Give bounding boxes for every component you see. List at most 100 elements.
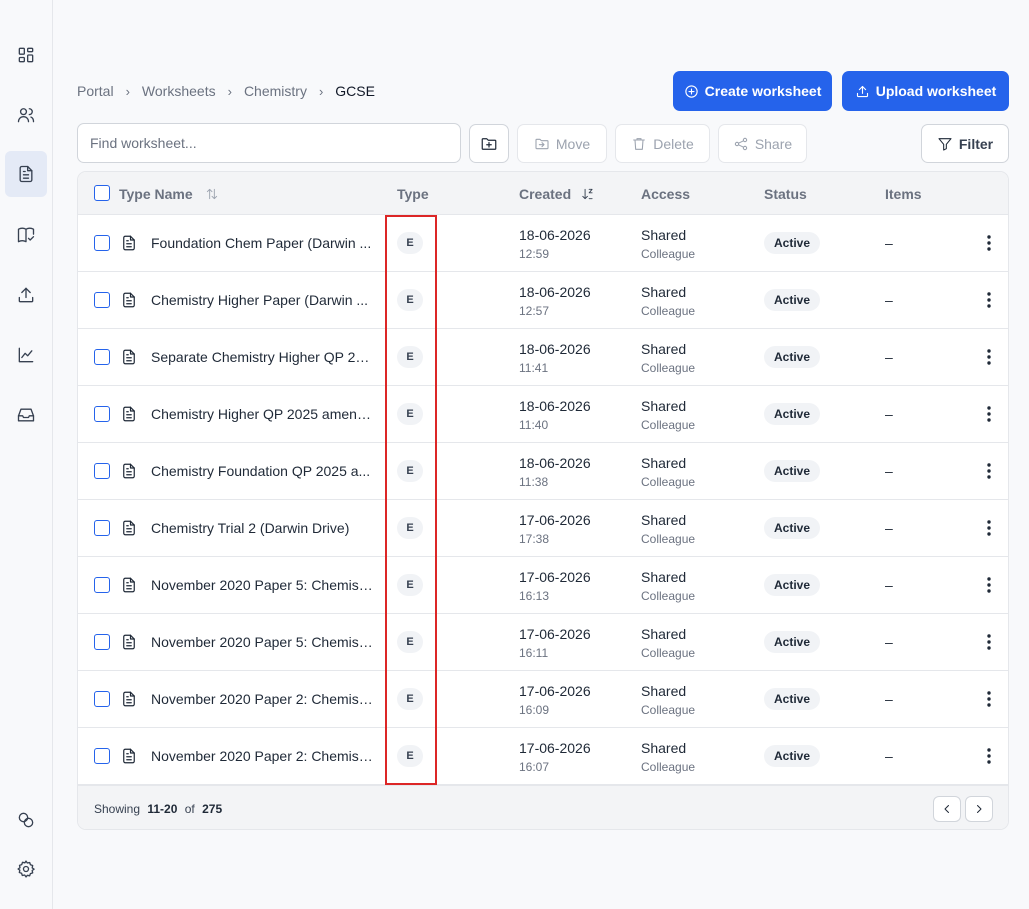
created-date: 17-06-2026 xyxy=(519,683,591,699)
table-row[interactable]: Chemistry Higher Paper (Darwin ... E 18-06… xyxy=(78,272,1008,329)
worksheet-name[interactable]: Chemistry Trial 2 (Darwin Drive) xyxy=(151,520,373,536)
document-icon xyxy=(120,633,138,651)
column-status-label: Status xyxy=(764,186,807,202)
search-input[interactable] xyxy=(77,123,461,163)
create-worksheet-button[interactable]: Create worksheet xyxy=(673,71,832,111)
column-items-label: Items xyxy=(885,186,922,202)
breadcrumb: Portal › Worksheets › Chemistry › GCSE xyxy=(77,82,375,100)
created-time: 12:59 xyxy=(519,247,550,261)
table-row[interactable]: November 2020 Paper 5: Chemist... E 17-06-… xyxy=(78,557,1008,614)
table-row[interactable]: Chemistry Trial 2 (Darwin Drive) E 17-06-2… xyxy=(78,500,1008,557)
document-icon xyxy=(120,747,138,765)
worksheet-name[interactable]: Chemistry Foundation QP 2025 a... xyxy=(151,463,373,479)
more-options-button[interactable] xyxy=(978,516,1000,540)
sidebar-item-dashboard[interactable] xyxy=(5,32,47,78)
sidebar-item-analytics[interactable] xyxy=(5,332,47,378)
table-row[interactable]: Separate Chemistry Higher QP 20... E 18-06… xyxy=(78,329,1008,386)
document-icon xyxy=(120,348,138,366)
share-button[interactable]: Share xyxy=(718,124,807,163)
more-options-button[interactable] xyxy=(978,459,1000,483)
sidebar-item-users[interactable] xyxy=(5,92,47,138)
more-options-button[interactable] xyxy=(978,402,1000,426)
status-badge: Active xyxy=(764,232,821,254)
table-row[interactable]: Foundation Chem Paper (Darwin ... E 18-06-… xyxy=(78,215,1008,272)
row-checkbox[interactable] xyxy=(94,577,110,593)
status-badge: Active xyxy=(764,631,821,653)
delete-button[interactable]: Delete xyxy=(615,124,710,163)
more-options-button[interactable] xyxy=(978,573,1000,597)
sidebar-item-credits[interactable] xyxy=(5,797,47,843)
sidebar-item-inbox[interactable] xyxy=(5,392,47,438)
row-checkbox[interactable] xyxy=(94,520,110,536)
more-options-button[interactable] xyxy=(978,231,1000,255)
row-checkbox[interactable] xyxy=(94,349,110,365)
status-badge: Active xyxy=(764,289,821,311)
document-icon xyxy=(19,165,33,183)
worksheet-name[interactable]: Foundation Chem Paper (Darwin ... xyxy=(151,235,373,251)
table-row[interactable]: November 2020 Paper 2: Chemist... E 17-06-… xyxy=(78,671,1008,728)
sidebar-item-upload[interactable] xyxy=(5,272,47,318)
worksheet-name[interactable]: Chemistry Higher QP 2025 amend... xyxy=(151,406,373,422)
row-checkbox[interactable] xyxy=(94,748,110,764)
worksheet-name[interactable]: November 2020 Paper 2: Chemist... xyxy=(151,748,373,764)
access-sub-label: Colleague xyxy=(641,247,696,261)
worksheet-name[interactable]: Chemistry Higher Paper (Darwin ... xyxy=(151,292,373,308)
chevron-right-icon: › xyxy=(227,83,232,99)
move-label: Move xyxy=(555,135,591,152)
row-checkbox[interactable] xyxy=(94,634,110,650)
filter-button[interactable]: Filter xyxy=(921,124,1009,163)
column-type-name[interactable]: Type Name xyxy=(119,186,219,202)
type-badge: E xyxy=(397,688,423,710)
row-checkbox[interactable] xyxy=(94,406,110,422)
sidebar-item-settings[interactable] xyxy=(5,846,47,892)
upload-worksheet-button[interactable]: Upload worksheet xyxy=(842,71,1009,111)
access-label: Shared xyxy=(641,512,687,528)
table-row[interactable]: Chemistry Higher QP 2025 amend... E 18-06-… xyxy=(78,386,1008,443)
worksheet-name[interactable]: November 2020 Paper 2: Chemist... xyxy=(151,691,373,707)
share-icon xyxy=(734,137,748,150)
items-count: – xyxy=(885,634,893,650)
previous-page-button[interactable] xyxy=(933,796,961,822)
row-checkbox[interactable] xyxy=(94,235,110,251)
items-count: – xyxy=(885,463,893,479)
breadcrumb-worksheets[interactable]: Worksheets xyxy=(142,83,216,99)
worksheet-name[interactable]: Separate Chemistry Higher QP 20... xyxy=(151,349,373,365)
sidebar xyxy=(0,0,53,909)
new-folder-button[interactable] xyxy=(469,124,509,163)
worksheet-name[interactable]: November 2020 Paper 5: Chemist... xyxy=(151,577,373,593)
more-options-button[interactable] xyxy=(978,687,1000,711)
items-count: – xyxy=(885,520,893,536)
more-options-button[interactable] xyxy=(978,630,1000,654)
table-row[interactable]: November 2020 Paper 2: Chemist... E 17-06-… xyxy=(78,728,1008,785)
sidebar-item-worksheets[interactable] xyxy=(5,151,47,197)
column-created[interactable]: Created xyxy=(519,186,595,202)
worksheets-table: Type Name Type Created Access Status Ite… xyxy=(77,171,1009,830)
access-label: Shared xyxy=(641,626,687,642)
breadcrumb-chemistry[interactable]: Chemistry xyxy=(244,83,307,99)
type-badge: E xyxy=(397,289,423,311)
more-options-button[interactable] xyxy=(978,744,1000,768)
items-count: – xyxy=(885,349,893,365)
row-checkbox[interactable] xyxy=(94,691,110,707)
select-all-checkbox[interactable] xyxy=(94,185,110,201)
access-label: Shared xyxy=(641,284,687,300)
row-checkbox[interactable] xyxy=(94,463,110,479)
next-page-button[interactable] xyxy=(965,796,993,822)
table-row[interactable]: Chemistry Foundation QP 2025 a... E 18-06-… xyxy=(78,443,1008,500)
document-icon xyxy=(120,519,138,537)
more-options-button[interactable] xyxy=(978,345,1000,369)
status-badge: Active xyxy=(764,460,821,482)
access-sub-label: Colleague xyxy=(641,589,696,603)
breadcrumb-portal[interactable]: Portal xyxy=(77,83,114,99)
table-row[interactable]: November 2020 Paper 5: Chemist... E 17-06-… xyxy=(78,614,1008,671)
worksheet-name[interactable]: November 2020 Paper 5: Chemist... xyxy=(151,634,373,650)
chevron-right-icon xyxy=(977,805,982,813)
move-button[interactable]: Move xyxy=(517,124,607,163)
showing-total: 275 xyxy=(202,802,223,816)
access-label: Shared xyxy=(641,683,687,699)
created-time: 16:09 xyxy=(519,703,550,717)
more-options-button[interactable] xyxy=(978,288,1000,312)
filter-icon xyxy=(938,137,952,151)
sidebar-item-library[interactable] xyxy=(5,212,47,258)
row-checkbox[interactable] xyxy=(94,292,110,308)
